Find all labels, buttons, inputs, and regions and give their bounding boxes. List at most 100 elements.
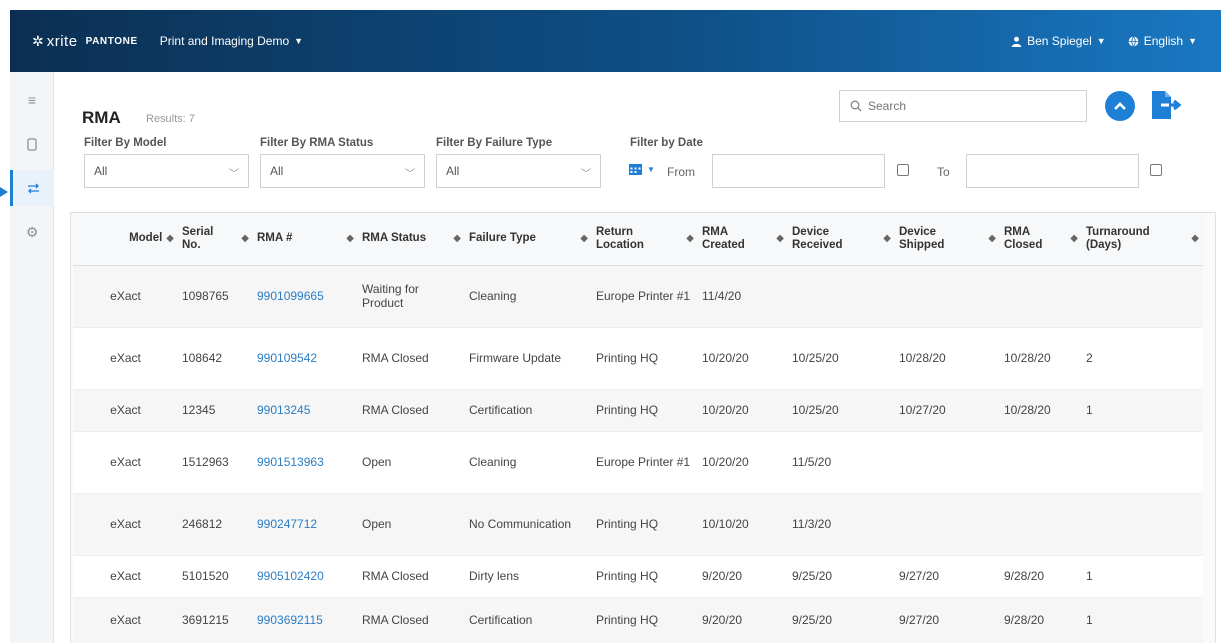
table-cell [1082, 493, 1203, 555]
column-header-line: Device [792, 225, 830, 238]
column-header-line: Return [596, 225, 634, 238]
user-menu-dropdown[interactable]: Ben Spiegel ▼ [1011, 34, 1106, 48]
table-row[interactable]: eXact 12345 99013245 RMA Closed Certificatio… [73, 389, 1203, 431]
column-header[interactable]: Return Location ◆ [592, 213, 698, 265]
sort-icon[interactable]: ◆ [580, 232, 588, 245]
table-cell: 2 [1086, 351, 1093, 365]
filter-failure-select[interactable]: All ﹀ [436, 154, 601, 188]
table-cell: 10/28/20 [1004, 403, 1051, 417]
sidebar-menu-toggle[interactable]: ≡ [10, 82, 54, 118]
table-cell: 10/25/20 [792, 351, 839, 365]
table-cell: 9/28/20 [1004, 569, 1045, 583]
rma-number-link[interactable]: 9903692115 [253, 597, 358, 643]
column-header-label: Failure Type [469, 232, 536, 245]
column-header-label: RMA Created [702, 226, 745, 252]
rma-number-link[interactable]: 990247712 [253, 493, 358, 555]
table-cell: 10/28/20 [1004, 351, 1051, 365]
rma-table: Model ◆ Serial No. ◆ RMA # ◆ RMA Status ◆ Failure… [73, 213, 1203, 643]
column-header[interactable]: Device Shipped ◆ [895, 213, 1000, 265]
filter-status-value: All [270, 164, 284, 178]
brand-logo[interactable]: ✲ xrite PANTONE [32, 33, 138, 50]
sort-icon[interactable]: ◆ [776, 232, 784, 245]
column-header-label: Return Location [596, 226, 644, 252]
rma-number-link[interactable]: 990109542 [253, 327, 358, 389]
table-row[interactable]: eXact 3691215 9903692115 RMA Closed Certific… [73, 597, 1203, 643]
cell-model: eXact [110, 289, 141, 303]
gear-icon: ⚙ [25, 223, 39, 240]
sort-icon[interactable]: ◆ [346, 232, 354, 245]
column-header[interactable]: Serial No. ◆ [178, 213, 253, 265]
table-cell: 9/20/20 [702, 613, 743, 627]
xrite-logo-icon: ✲ [32, 32, 44, 49]
date-to-input[interactable] [966, 154, 1139, 188]
column-header[interactable]: Failure Type ◆ [465, 213, 592, 265]
sort-icon[interactable]: ◆ [453, 232, 461, 245]
calendar-icon[interactable] [897, 164, 909, 176]
sort-icon[interactable]: ◆ [1070, 232, 1078, 245]
table-cell: RMA Closed [362, 613, 429, 627]
table-row[interactable]: eXact 246812 990247712 Open No Communication… [73, 493, 1203, 555]
filter-status-select[interactable]: All ﹀ [260, 154, 425, 188]
column-header-label: RMA Status [362, 232, 426, 245]
collapse-filters-button[interactable] [1105, 91, 1135, 121]
sidebar-item-rma[interactable] [10, 170, 54, 206]
column-header[interactable]: RMA # ◆ [253, 213, 358, 265]
table-cell: Europe Printer #1 [596, 455, 691, 469]
export-button[interactable] [1147, 87, 1183, 123]
column-header[interactable]: RMA Closed ◆ [1000, 213, 1082, 265]
sort-icon[interactable]: ◆ [883, 232, 891, 245]
filter-model-select[interactable]: All ﹀ [84, 154, 249, 188]
column-header[interactable]: RMA Created ◆ [698, 213, 788, 265]
left-sidebar: ≡ ⚙ [10, 72, 54, 643]
app-switcher-dropdown[interactable]: Print and Imaging Demo ▼ [160, 34, 303, 48]
sidebar-item-settings[interactable]: ⚙ [10, 214, 54, 250]
column-header-line: Received [792, 238, 843, 251]
cell-model: eXact [110, 455, 141, 469]
column-header-label: Device Shipped [899, 226, 944, 252]
search-input[interactable] [868, 99, 1068, 113]
table-row[interactable]: eXact 5101520 9905102420 RMA Closed Dirty le… [73, 555, 1203, 597]
rma-table-container: Model ◆ Serial No. ◆ RMA # ◆ RMA Status ◆ Failure… [70, 212, 1216, 643]
date-from-input[interactable] [712, 154, 885, 188]
table-cell: Dirty lens [469, 569, 520, 583]
column-header-line: Closed [1004, 238, 1043, 251]
column-header[interactable]: Model ◆ [73, 213, 178, 265]
table-row[interactable]: eXact 1098765 9901099665 Waiting for Produc… [73, 265, 1203, 327]
column-header-label: RMA Closed [1004, 226, 1042, 252]
column-header-label: Serial No. [182, 226, 213, 252]
table-row[interactable]: eXact 1512963 9901513963 Open Cleaning Europe… [73, 431, 1203, 493]
rma-number-link[interactable]: 9905102420 [253, 555, 358, 597]
rma-number-link[interactable]: 99013245 [253, 389, 358, 431]
sort-icon[interactable]: ◆ [686, 232, 694, 245]
rma-number-link[interactable]: 9901099665 [253, 265, 358, 327]
table-cell: Printing HQ [596, 569, 659, 583]
column-header[interactable]: Turnaround (Days) ◆ [1082, 213, 1203, 265]
chevron-up-icon [1114, 102, 1126, 110]
table-cell: 1098765 [182, 289, 229, 303]
table-cell: Waiting for Product [362, 282, 419, 310]
page-title: RMA [82, 108, 121, 127]
sidebar-item-devices[interactable] [10, 126, 54, 162]
table-cell: 9/27/20 [899, 613, 940, 627]
filter-model-label: Filter By Model [84, 137, 167, 149]
table-cell: 11/5/20 [792, 455, 832, 469]
brand-xrite-text: xrite [46, 32, 78, 50]
table-cell [895, 265, 1000, 327]
table-row[interactable]: eXact 108642 990109542 RMA Closed Firmware U… [73, 327, 1203, 389]
page-margin [0, 0, 8, 643]
date-range-picker-button[interactable]: ▼ [628, 162, 655, 176]
sort-icon[interactable]: ◆ [1191, 232, 1199, 245]
search-box[interactable] [839, 90, 1087, 122]
rma-number-link[interactable]: 9901513963 [253, 431, 358, 493]
table-cell: Printing HQ [596, 517, 659, 531]
column-header[interactable]: RMA Status ◆ [358, 213, 465, 265]
sort-icon[interactable]: ◆ [166, 232, 174, 245]
calendar-icon[interactable] [1150, 164, 1162, 176]
calendar-icon [629, 164, 642, 175]
column-header-line: RMA Status [362, 232, 427, 245]
sort-icon[interactable]: ◆ [241, 232, 249, 245]
language-dropdown[interactable]: English ▼ [1128, 34, 1197, 48]
sort-icon[interactable]: ◆ [988, 232, 996, 245]
column-header[interactable]: Device Received ◆ [788, 213, 895, 265]
column-header-line: Turnaround [1086, 225, 1150, 238]
